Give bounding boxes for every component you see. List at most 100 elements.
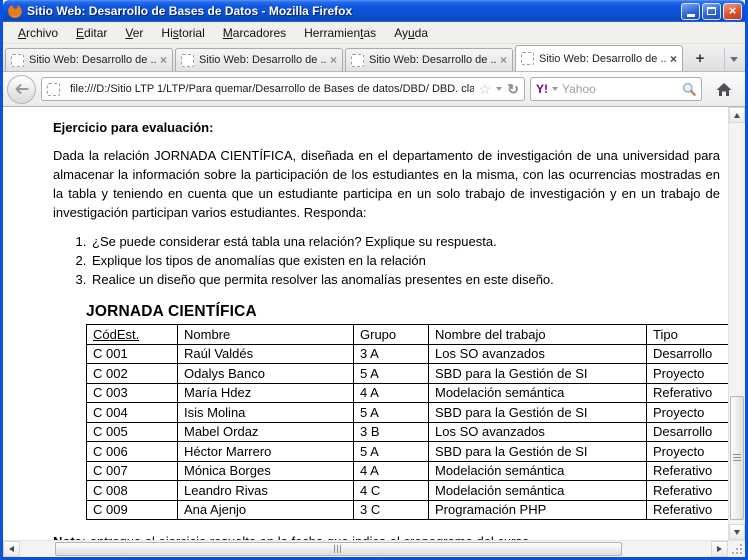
search-bar: Y! [530, 77, 702, 101]
tab-overflow-button[interactable] [724, 48, 743, 70]
search-engine-logo[interactable]: Y! [536, 82, 548, 96]
table-row: C 005Mabel Ordaz3 BLos SO avanzadosDesar… [87, 422, 729, 442]
menu-item-archivo[interactable]: Archivo [9, 24, 67, 42]
table-cell: Referativo [647, 500, 729, 520]
tab-4[interactable]: Sitio Web: Desarrollo de ... × [515, 45, 683, 71]
menu-item-herramientas[interactable]: Herramientas [295, 24, 385, 42]
new-tab-button[interactable]: + [687, 46, 713, 70]
table-cell: Héctor Marrero [178, 442, 354, 462]
arrow-left-icon [9, 546, 14, 552]
url-input[interactable] [70, 83, 474, 95]
engine-dropdown-icon[interactable] [552, 87, 558, 91]
scroll-up-button[interactable] [729, 107, 745, 123]
resize-grip[interactable] [728, 541, 745, 557]
tabs-container: Sitio Web: Desarrollo de ... × Sitio Web: … [5, 44, 685, 71]
page-favicon-icon [181, 54, 194, 67]
tab-close-icon[interactable]: × [160, 55, 167, 65]
table-cell: Proyecto [647, 364, 729, 384]
tab-close-icon[interactable]: × [500, 55, 507, 65]
table-cell: 3 A [354, 344, 429, 364]
page-favicon-icon [351, 54, 364, 67]
content-area: Ejercicio para evaluación: Dada la relac… [3, 107, 745, 540]
table-cell: 4 A [354, 383, 429, 403]
table-row: C 004Isis Molina5 ASBD para la Gestión d… [87, 403, 729, 423]
tab-close-icon[interactable]: × [670, 54, 677, 64]
tab-3[interactable]: Sitio Web: Desarrollo de ... × [345, 48, 513, 71]
table-cell: Mónica Borges [178, 461, 354, 481]
table-cell: Odalys Banco [178, 364, 354, 384]
firefox-window: Sitio Web: Desarrollo de Bases de Datos … [0, 0, 748, 560]
table-cell: SBD para la Gestión de SI [429, 442, 647, 462]
search-icon[interactable] [682, 82, 696, 96]
tab-label: Sitio Web: Desarrollo de ... [369, 54, 496, 66]
table-cell: Ana Ajenjo [178, 500, 354, 520]
table-row: C 008Leandro Rivas4 CModelación semántic… [87, 481, 729, 501]
menu-bar: ArchivoEditarVerHistorialMarcadoresHerra… [3, 22, 745, 44]
table-cell: 5 A [354, 442, 429, 462]
navigation-toolbar: ☆ ↻ Y! [3, 72, 745, 107]
table-cell: Referativo [647, 481, 729, 501]
horizontal-scroll-thumb[interactable] [55, 542, 622, 556]
bookmark-star-icon[interactable]: ☆ [479, 82, 492, 96]
data-table: CódEst.NombreGrupoNombre del trabajoTipo… [86, 324, 728, 520]
exercise-heading: Ejercicio para evaluación: [53, 120, 720, 135]
table-cell: Programación PHP [429, 500, 647, 520]
menu-item-marcadores[interactable]: Marcadores [214, 24, 295, 42]
maximize-icon [707, 7, 716, 15]
table-cell: Modelación semántica [429, 481, 647, 501]
question-item: Explique los tipos de anomalías que exis… [90, 251, 720, 270]
home-icon [716, 82, 732, 97]
table-cell: María Hdez [178, 383, 354, 403]
horizontal-scroll-track[interactable] [20, 541, 711, 557]
table-cell: Raúl Valdés [178, 344, 354, 364]
tab-label: Sitio Web: Desarrollo de ... [199, 54, 326, 66]
tab-label: Sitio Web: Desarrollo de ... [539, 53, 666, 65]
scroll-left-button[interactable] [3, 541, 20, 557]
firefox-logo-icon [7, 3, 23, 19]
column-header: Nombre del trabajo [429, 325, 647, 345]
table-cell: C 001 [87, 344, 178, 364]
minimize-icon [687, 14, 695, 17]
table-cell: C 006 [87, 442, 178, 462]
column-header: CódEst. [87, 325, 178, 345]
thumb-grip-icon [334, 545, 343, 553]
back-arrow-icon [15, 84, 29, 94]
table-title: JORNADA CIENTÍFICA [86, 303, 720, 321]
table-row: C 007Mónica Borges4 AModelación semántic… [87, 461, 729, 481]
table-body: C 001Raúl Valdés3 ALos SO avanzadosDesar… [87, 344, 729, 520]
menu-item-ayuda[interactable]: Ayuda [385, 24, 437, 42]
table-cell: C 002 [87, 364, 178, 384]
tab-1[interactable]: Sitio Web: Desarrollo de ...× [5, 48, 173, 71]
search-input[interactable] [562, 82, 678, 96]
table-cell: Referativo [647, 461, 729, 481]
minimize-button[interactable] [681, 3, 700, 20]
menu-item-editar[interactable]: Editar [67, 24, 116, 42]
back-button[interactable] [7, 75, 36, 104]
table-cell: 5 A [354, 364, 429, 384]
scroll-down-button[interactable] [729, 524, 745, 540]
close-button[interactable]: × [723, 3, 742, 20]
home-button[interactable] [707, 75, 741, 103]
table-cell: Modelación semántica [429, 383, 647, 403]
tab-close-icon[interactable]: × [330, 55, 337, 65]
table-cell: 4 C [354, 481, 429, 501]
resize-grip-icon [740, 552, 742, 554]
url-dropdown-icon[interactable] [496, 87, 502, 91]
vertical-scroll-thumb[interactable] [730, 396, 744, 520]
table-cell: Los SO avanzados [429, 344, 647, 364]
vertical-scroll-track[interactable] [729, 123, 745, 524]
title-bar: Sitio Web: Desarrollo de Bases de Datos … [3, 0, 745, 22]
scroll-right-button[interactable] [711, 541, 728, 557]
table-cell: Los SO avanzados [429, 422, 647, 442]
table-cell: C 008 [87, 481, 178, 501]
table-cell: Proyecto [647, 442, 729, 462]
questions-list: ¿Se puede considerar está tabla una rela… [53, 232, 720, 289]
question-item: Realice un diseño que permita resolver l… [90, 270, 720, 289]
menu-item-ver[interactable]: Ver [116, 24, 152, 42]
reload-icon[interactable]: ↻ [507, 82, 519, 96]
maximize-button[interactable] [702, 3, 721, 20]
column-header: Grupo [354, 325, 429, 345]
table-cell: Leandro Rivas [178, 481, 354, 501]
menu-item-historial[interactable]: Historial [152, 24, 213, 42]
tab-2[interactable]: Sitio Web: Desarrollo de ... × [175, 48, 343, 71]
